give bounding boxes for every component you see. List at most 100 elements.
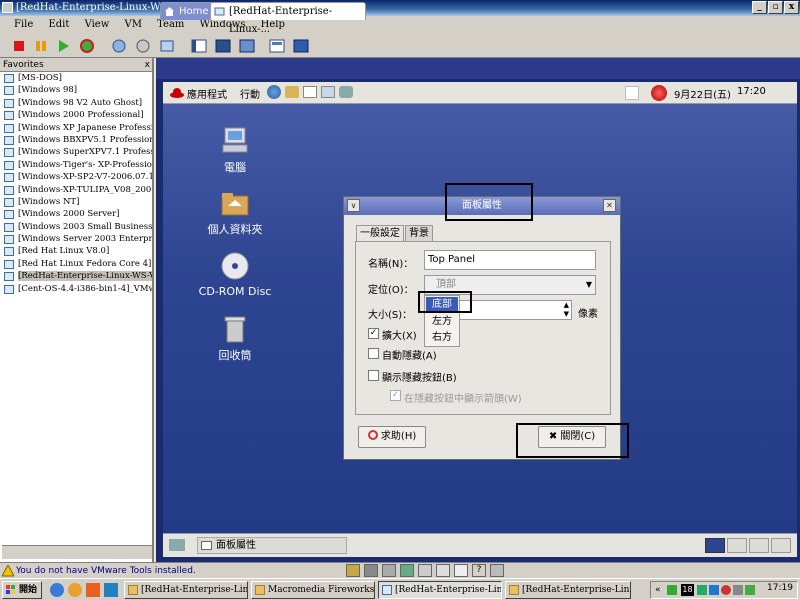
volume-icon[interactable] xyxy=(745,585,755,595)
browser-launcher-icon[interactable] xyxy=(267,85,281,99)
favorites-item[interactable]: [Windows SuperXPV7.1 Professional] xyxy=(0,146,152,158)
snapshot-manager-icon[interactable] xyxy=(158,37,176,55)
quick-switch-icon[interactable] xyxy=(238,37,256,55)
tray-expand-icon[interactable]: « xyxy=(655,585,661,595)
reset-button[interactable] xyxy=(78,37,96,55)
dropdown-option-left[interactable]: 左方 xyxy=(425,314,459,330)
favorites-item[interactable]: [Red Hat Linux Fedora Core 4] xyxy=(0,258,152,270)
arrows-checkbox[interactable]: ✓ xyxy=(390,390,401,401)
workspace-3[interactable] xyxy=(749,538,769,553)
quicklaunch-icon-3[interactable] xyxy=(86,583,100,597)
device-harddisk-icon[interactable] xyxy=(346,564,360,577)
desktop-icon-trash[interactable]: 回收筒 xyxy=(190,314,280,363)
power-on-button[interactable] xyxy=(54,37,72,55)
device-floppy-icon[interactable] xyxy=(382,564,396,577)
favorites-item[interactable]: [Windows BBXPV5.1 Professional] xyxy=(0,134,152,146)
menu-edit[interactable]: Edit xyxy=(42,16,75,34)
device-usb-icon[interactable] xyxy=(418,564,432,577)
desktop-icon-home[interactable]: 個人資料夾 xyxy=(190,188,280,237)
device-network-icon[interactable] xyxy=(400,564,414,577)
favorites-item[interactable]: [Windows-XP-SP2-V7-2006.07.14_ xyxy=(0,171,152,183)
impress-launcher-icon[interactable] xyxy=(321,86,335,98)
favorites-item[interactable]: [Windows 2000 Server] xyxy=(0,208,152,220)
tab-background[interactable]: 背景 xyxy=(405,225,433,241)
desktop-icon-cdrom[interactable]: CD-ROM Disc xyxy=(190,252,280,298)
dialog-menu-icon[interactable]: ∨ xyxy=(347,199,360,212)
power-off-button[interactable] xyxy=(10,37,28,55)
console-view-icon[interactable] xyxy=(292,37,310,55)
tray-icon-5[interactable] xyxy=(733,585,743,595)
help-button[interactable]: 求助(H) xyxy=(358,426,426,448)
device-serial-icon[interactable] xyxy=(490,564,504,577)
tray-icon-2[interactable] xyxy=(697,585,707,595)
quicklaunch-icon-2[interactable] xyxy=(68,583,82,597)
device-sound-icon[interactable] xyxy=(436,564,450,577)
suspend-button[interactable] xyxy=(32,37,50,55)
update-alert-icon[interactable] xyxy=(651,85,667,101)
favorites-item[interactable]: [Windows Server 2003 Enterprise E xyxy=(0,233,152,245)
favorites-item[interactable]: [Windows 98] xyxy=(0,84,152,96)
menu-view[interactable]: View xyxy=(79,16,116,34)
favorites-item[interactable]: [Windows-Tiger's- XP-Professional- xyxy=(0,159,152,171)
ie-quicklaunch-icon[interactable] xyxy=(50,583,64,597)
window-title-bar[interactable]: [RedHat-Enterprise-Linux-WS-V4.0-ZWT] - … xyxy=(0,0,800,16)
print-launcher-icon[interactable] xyxy=(339,86,353,98)
quicklaunch-icon-4[interactable] xyxy=(104,583,118,597)
favorites-close-icon[interactable]: x xyxy=(145,58,150,72)
revert-icon[interactable] xyxy=(134,37,152,55)
favorites-item[interactable]: [Windows NT] xyxy=(0,196,152,208)
start-button[interactable]: 開始 xyxy=(2,581,42,599)
dropdown-option-right[interactable]: 右方 xyxy=(425,330,459,346)
favorites-item[interactable]: [Red Hat Linux V8.0] xyxy=(0,245,152,257)
redhat-icon[interactable] xyxy=(169,86,185,100)
desktop-icon-computer[interactable]: 電腦 xyxy=(190,126,280,175)
taskbar-item-3-active[interactable]: [RedHat-Enterprise-Linux... xyxy=(378,581,502,599)
summary-view-icon[interactable] xyxy=(268,37,286,55)
tray-counter[interactable]: 18 xyxy=(681,584,694,596)
favorites-horizontal-scrollbar[interactable] xyxy=(2,545,152,559)
guest-task-panel-properties[interactable]: 面板屬性 xyxy=(197,537,347,554)
favorites-item[interactable]: [Windows 98 V2 Auto Ghost] xyxy=(0,97,152,109)
favorites-item[interactable]: [Windows 2003 Small Business Serv xyxy=(0,221,152,233)
device-cdrom-icon[interactable] xyxy=(364,564,378,577)
device-printer-icon[interactable] xyxy=(454,564,468,577)
menu-vm[interactable]: VM xyxy=(118,16,147,34)
tray-icon-4[interactable] xyxy=(721,585,731,595)
applications-menu[interactable]: 應用程式 xyxy=(187,86,227,101)
expand-checkbox[interactable]: ✓ xyxy=(368,328,379,339)
actions-menu[interactable]: 行動 xyxy=(240,86,260,101)
dialog-close-icon[interactable]: ✕ xyxy=(603,199,616,212)
clock[interactable]: 17:19 xyxy=(767,583,793,593)
sidebar-toggle-icon[interactable] xyxy=(190,37,208,55)
help-status-icon[interactable]: ? xyxy=(472,564,486,577)
taskbar-item-1[interactable]: [RedHat-Enterprise-Linux... xyxy=(124,581,248,599)
close-button[interactable]: x xyxy=(784,1,799,14)
snapshot-icon[interactable] xyxy=(110,37,128,55)
taskbar-item-4[interactable]: [RedHat-Enterprise-Linux... xyxy=(505,581,631,599)
hide-buttons-checkbox[interactable] xyxy=(368,370,379,381)
show-desktop-icon[interactable] xyxy=(169,539,185,551)
guest-time[interactable]: 17:20 xyxy=(737,86,766,97)
favorites-item[interactable]: [RedHat-Enterprise-Linux-WS-V4.0 xyxy=(0,270,152,282)
favorites-item[interactable]: [Windows 2000 Professional] xyxy=(0,109,152,121)
workspace-4[interactable] xyxy=(771,538,791,553)
spin-arrows-icon[interactable]: ▲ ▼ xyxy=(564,301,569,319)
menu-file[interactable]: File xyxy=(8,16,39,34)
writer-launcher-icon[interactable] xyxy=(303,86,317,98)
tab-home[interactable]: Home xyxy=(160,2,214,20)
name-field[interactable]: Top Panel xyxy=(424,250,596,270)
tray-icon-3[interactable] xyxy=(709,585,719,595)
favorites-item[interactable]: [MS-DOS] xyxy=(0,72,152,84)
mail-launcher-icon[interactable] xyxy=(285,86,299,98)
workspace-2[interactable] xyxy=(727,538,747,553)
fullscreen-icon[interactable] xyxy=(214,37,232,55)
favorites-item[interactable]: [Windows XP Japanese Professional] xyxy=(0,122,152,134)
guest-date[interactable]: 9月22日(五) xyxy=(674,86,731,101)
favorites-item[interactable]: [Windows-XP-TULIPA_V08_2006. xyxy=(0,184,152,196)
minimize-button[interactable]: _ xyxy=(752,1,767,14)
autohide-checkbox[interactable] xyxy=(368,348,379,359)
maximize-button[interactable]: ▫ xyxy=(768,1,783,14)
favorites-item[interactable]: [Cent-OS-4.4-i386-bin1-4]_VMware xyxy=(0,283,152,295)
tab-general[interactable]: 一般設定 xyxy=(356,225,404,242)
workspace-1[interactable] xyxy=(705,538,725,553)
